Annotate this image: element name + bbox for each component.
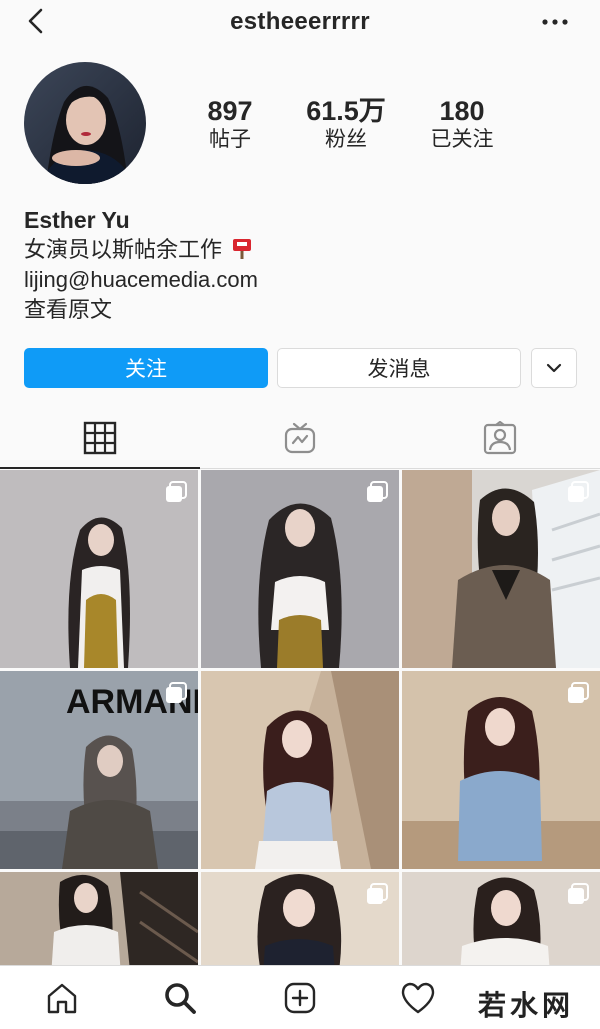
profile-avatar[interactable] — [24, 62, 146, 184]
tagged-person-icon — [483, 421, 517, 455]
tab-tagged[interactable] — [400, 408, 600, 468]
post-thumbnail-9[interactable] — [402, 872, 600, 965]
multi-photo-icon — [166, 682, 187, 703]
tab-igtv[interactable] — [200, 408, 400, 468]
watermark-text: 若水网 — [478, 989, 575, 1022]
following-count: 180 — [439, 96, 485, 126]
chevron-down-icon — [546, 363, 562, 373]
post-thumbnail-3[interactable] — [402, 470, 600, 668]
following-label: 已关注 — [430, 128, 494, 151]
multi-photo-icon — [568, 682, 589, 703]
post-thumbnail-7[interactable] — [0, 872, 198, 965]
suggested-dropdown-button[interactable] — [531, 348, 577, 388]
bio-text: 女演员以斯帖余工作 — [24, 237, 223, 262]
message-button[interactable]: 发消息 — [277, 348, 521, 388]
stat-following[interactable]: 180 已关注 — [402, 96, 522, 154]
followers-count: 61.5万 — [306, 96, 386, 126]
post-thumbnail-2[interactable] — [201, 470, 399, 668]
posts-count: 897 — [207, 96, 253, 126]
profile-bio: Esther Yu 女演员以斯帖余工作 lijing@huacemedia.co… — [24, 205, 584, 325]
nav-new-post[interactable] — [280, 978, 320, 1018]
nav-home[interactable] — [42, 978, 82, 1018]
nav-search[interactable] — [160, 978, 200, 1018]
posts-grid: ARMANI BOX — [0, 470, 600, 965]
home-icon — [47, 983, 77, 1014]
stat-posts[interactable]: 897 帖子 — [170, 96, 290, 154]
bio-email-link[interactable]: lijing@huacemedia.com — [24, 265, 584, 295]
profile-name: Esther Yu — [24, 207, 130, 233]
stat-followers[interactable]: 61.5万 粉丝 — [286, 96, 406, 154]
nav-activity[interactable] — [398, 978, 438, 1018]
followers-label: 粉丝 — [325, 128, 367, 151]
see-translation-link[interactable]: 查看原文 — [24, 295, 584, 325]
more-options-icon[interactable] — [540, 10, 570, 34]
tab-grid[interactable] — [0, 408, 200, 469]
search-icon — [165, 983, 196, 1014]
profile-tabs — [0, 408, 600, 469]
igtv-icon — [284, 422, 316, 454]
heart-icon — [401, 982, 435, 1014]
add-post-icon — [284, 982, 316, 1014]
post-thumbnail-5[interactable] — [201, 671, 399, 869]
multi-photo-icon — [568, 883, 589, 904]
post-thumbnail-8[interactable] — [201, 872, 399, 965]
top-bar: estheeerrrrr — [0, 0, 600, 46]
multi-photo-icon — [367, 481, 388, 502]
post-thumbnail-1[interactable] — [0, 470, 198, 668]
mailbox-icon — [233, 239, 252, 259]
multi-photo-icon — [166, 481, 187, 502]
follow-button[interactable]: 关注 — [24, 348, 268, 388]
post-thumbnail-4[interactable]: ARMANI BOX — [0, 671, 198, 869]
posts-label: 帖子 — [209, 128, 251, 151]
bio-line: 女演员以斯帖余工作 — [24, 235, 584, 265]
multi-photo-icon — [568, 481, 589, 502]
grid-icon — [83, 421, 117, 455]
post-thumbnail-6[interactable] — [402, 671, 600, 869]
multi-photo-icon — [367, 883, 388, 904]
site-watermark: 若水网 — [468, 980, 598, 1026]
profile-username: estheeerrrrr — [230, 8, 370, 35]
